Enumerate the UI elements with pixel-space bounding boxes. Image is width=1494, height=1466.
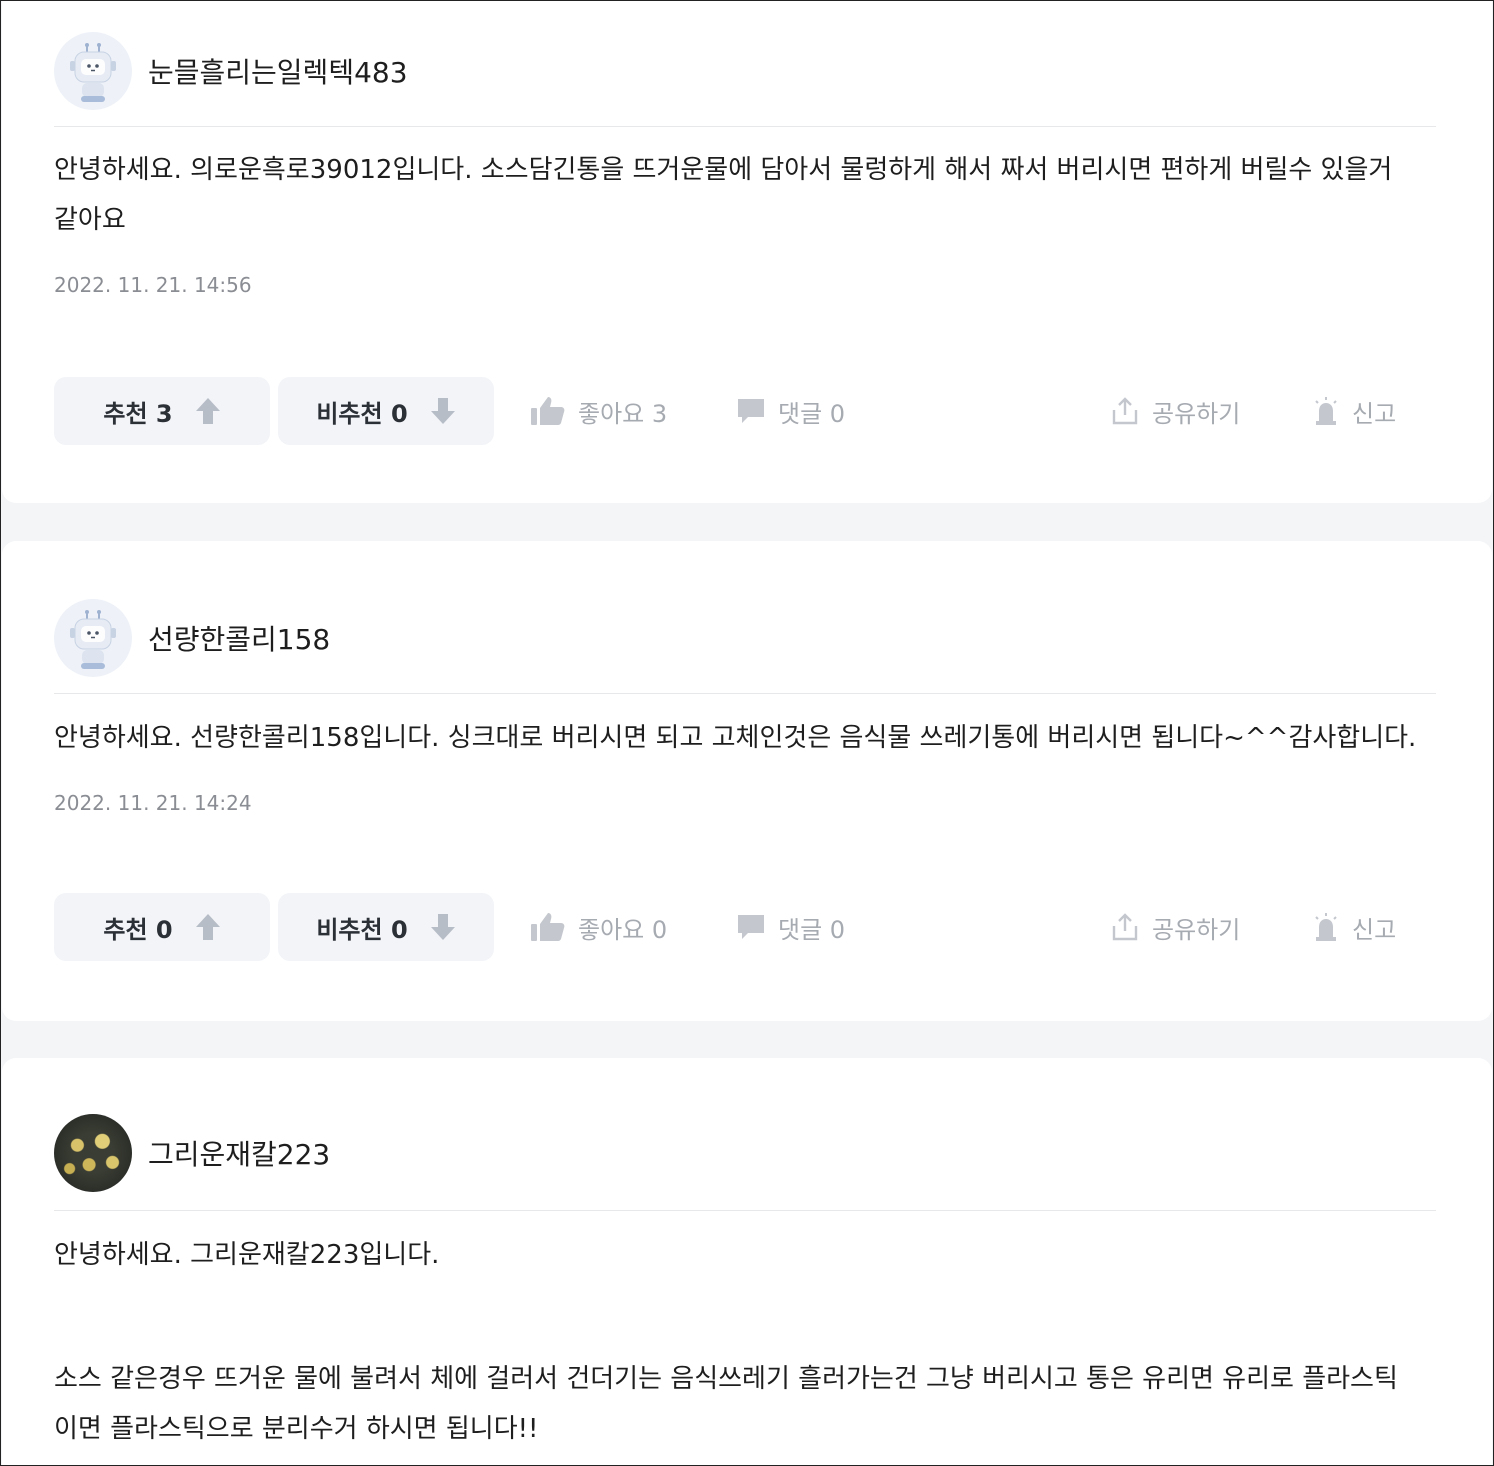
divider bbox=[54, 126, 1436, 127]
report-button[interactable]: 신고 bbox=[1312, 377, 1396, 445]
answer-author: 선량한콜리158 bbox=[54, 598, 330, 678]
comment-button[interactable]: 댓글 0 bbox=[736, 893, 845, 961]
answer-list: 눈믈흘리는일렉텍483 안녕하세요. 의로운흑로39012입니다. 소스담긴통을… bbox=[0, 0, 1494, 1466]
comment-icon bbox=[738, 399, 764, 423]
comment-icon bbox=[738, 915, 764, 939]
answer-text: 안녕하세요. 의로운흑로39012입니다. 소스담긴통을 뜨거운물에 담아서 물… bbox=[54, 155, 1393, 185]
report-label: 신고 bbox=[1352, 915, 1397, 944]
arrow-up-icon bbox=[195, 398, 220, 424]
photo-avatar[interactable] bbox=[54, 1114, 132, 1192]
recommend-label: 추천 0 bbox=[103, 915, 173, 944]
robot-avatar[interactable] bbox=[54, 32, 132, 110]
answer-body: 안녕하세요. 의로운흑로39012입니다. 소스담긴통을 뜨거운물에 담아서 물… bbox=[54, 145, 1432, 245]
answer-date: 2022. 11. 21. 14:56 bbox=[54, 273, 252, 297]
author-name[interactable]: 그리운재칼223 bbox=[148, 1133, 330, 1173]
siren-icon bbox=[1315, 397, 1337, 425]
not-recommend-button[interactable]: 비추천 0 bbox=[278, 893, 494, 961]
answer-text: 소스 같은경우 뜨거운 물에 불려서 체에 걸러서 건더기는 음식쓰레기 흘러가… bbox=[54, 1364, 1398, 1394]
share-button[interactable]: 공유하기 bbox=[1110, 893, 1240, 961]
recommend-button[interactable]: 추천 3 bbox=[54, 377, 270, 445]
divider bbox=[54, 693, 1436, 694]
answer-author: 그리운재칼223 bbox=[54, 1113, 330, 1193]
answer-text: 안녕하세요. 그리운재칼223입니다. bbox=[54, 1240, 440, 1270]
answer-card: 선량한콜리158 안녕하세요. 선량한콜리158입니다. 싱크대로 버리시면 되… bbox=[2, 541, 1492, 1021]
share-label: 공유하기 bbox=[1152, 399, 1241, 428]
answer-actions: 추천 0 비추천 0 좋아요 0 댓글 0 공유하기 신고 bbox=[54, 893, 1440, 961]
robot-icon bbox=[70, 43, 116, 102]
comment-label: 댓글 0 bbox=[778, 915, 846, 944]
answer-date: 2022. 11. 21. 14:24 bbox=[54, 791, 252, 815]
author-name[interactable]: 눈믈흘리는일렉텍483 bbox=[148, 51, 408, 91]
share-icon bbox=[1112, 397, 1138, 425]
answer-text: 안녕하세요. 선량한콜리158입니다. 싱크대로 버리시면 되고 고체인것은 음… bbox=[54, 723, 1417, 753]
answer-card: 눈믈흘리는일렉텍483 안녕하세요. 의로운흑로39012입니다. 소스담긴통을… bbox=[2, 1, 1492, 503]
comment-label: 댓글 0 bbox=[778, 399, 846, 428]
not-recommend-button[interactable]: 비추천 0 bbox=[278, 377, 494, 445]
answer-body: 안녕하세요. 그리운재칼223입니다. 소스 같은경우 뜨거운 물에 불려서 체… bbox=[54, 1230, 1432, 1454]
like-button[interactable]: 좋아요 0 bbox=[530, 893, 667, 961]
not-recommend-label: 비추천 0 bbox=[316, 915, 408, 944]
arrow-up-icon bbox=[195, 914, 220, 940]
share-button[interactable]: 공유하기 bbox=[1110, 377, 1240, 445]
robot-icon bbox=[70, 610, 116, 669]
robot-avatar[interactable] bbox=[54, 599, 132, 677]
divider bbox=[54, 1210, 1436, 1211]
answer-text: 이면 플라스틱으로 분리수거 하시면 됩니다!! bbox=[54, 1414, 539, 1444]
like-label: 좋아요 3 bbox=[578, 399, 668, 428]
answer-body: 안녕하세요. 선량한콜리158입니다. 싱크대로 버리시면 되고 고체인것은 음… bbox=[54, 713, 1432, 763]
report-label: 신고 bbox=[1352, 399, 1397, 428]
answer-card: 그리운재칼223 안녕하세요. 그리운재칼223입니다. 소스 같은경우 뜨거운… bbox=[2, 1058, 1492, 1465]
share-icon bbox=[1112, 913, 1138, 941]
not-recommend-label: 비추천 0 bbox=[316, 399, 408, 428]
share-label: 공유하기 bbox=[1152, 915, 1241, 944]
thumbs-up-icon bbox=[531, 913, 565, 941]
report-button[interactable]: 신고 bbox=[1312, 893, 1396, 961]
answer-author: 눈믈흘리는일렉텍483 bbox=[54, 31, 408, 111]
answer-actions: 추천 3 비추천 0 좋아요 3 댓글 0 공유하기 신고 bbox=[54, 377, 1440, 445]
food-photo bbox=[54, 1114, 132, 1192]
recommend-label: 추천 3 bbox=[103, 399, 173, 428]
arrow-down-icon bbox=[430, 914, 455, 940]
answer-text: 같아요 bbox=[54, 205, 126, 235]
comment-button[interactable]: 댓글 0 bbox=[736, 377, 845, 445]
author-name[interactable]: 선량한콜리158 bbox=[148, 618, 330, 658]
recommend-button[interactable]: 추천 0 bbox=[54, 893, 270, 961]
like-label: 좋아요 0 bbox=[578, 915, 668, 944]
arrow-down-icon bbox=[430, 398, 455, 424]
thumbs-up-icon bbox=[531, 397, 565, 425]
siren-icon bbox=[1315, 913, 1337, 941]
like-button[interactable]: 좋아요 3 bbox=[530, 377, 667, 445]
